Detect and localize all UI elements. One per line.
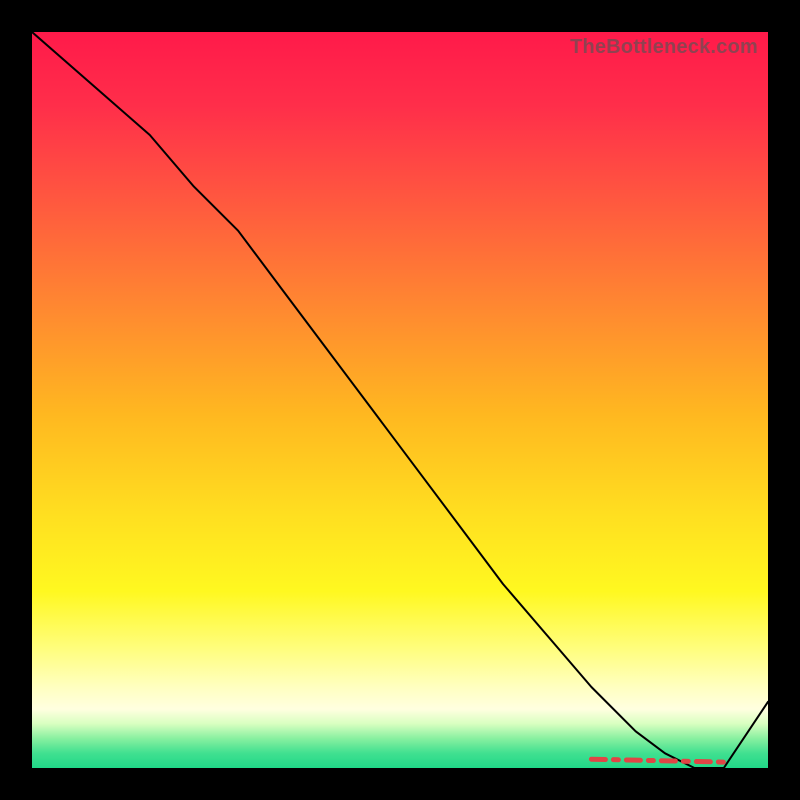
optimal-zone-marker — [591, 759, 723, 762]
plot-area: TheBottleneck.com — [32, 32, 768, 768]
bottleneck-curve — [32, 32, 768, 768]
chart-svg — [32, 32, 768, 768]
chart-frame: TheBottleneck.com — [0, 0, 800, 800]
